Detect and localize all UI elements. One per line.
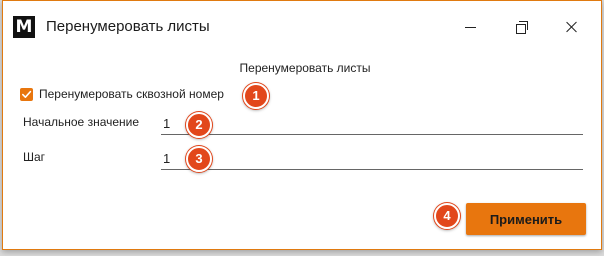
- apply-button[interactable]: Применить: [466, 203, 586, 235]
- minimize-button[interactable]: [447, 1, 493, 53]
- renumber-checkbox-label: Перенумеровать сквозной номер: [39, 87, 224, 101]
- renumber-checkbox-row[interactable]: Перенумеровать сквозной номер: [20, 87, 224, 101]
- callout-badge-4: 4: [434, 203, 460, 229]
- maximize-button[interactable]: [499, 1, 545, 53]
- form-heading: Перенумеровать листы: [239, 61, 371, 75]
- app-logo-icon: M: [13, 16, 35, 38]
- window-title: Перенумеровать листы: [46, 18, 210, 35]
- callout-badge-1: 1: [243, 83, 269, 109]
- step-input[interactable]: [161, 147, 583, 170]
- close-button[interactable]: [549, 1, 595, 53]
- dialog-window: M Перенумеровать листы Перенумеровать ли…: [2, 0, 602, 250]
- title-bar[interactable]: M Перенумеровать листы: [3, 1, 601, 53]
- callout-badge-3: 3: [186, 146, 212, 172]
- start-value-label: Начальное значение: [23, 115, 140, 129]
- restore-icon: [516, 21, 528, 34]
- close-icon: [566, 21, 578, 33]
- checkmark-icon: [22, 90, 32, 98]
- minimize-icon: [464, 26, 476, 28]
- step-label: Шаг: [23, 150, 46, 164]
- start-value-input[interactable]: [161, 112, 583, 135]
- renumber-checkbox[interactable]: [20, 87, 33, 101]
- callout-badge-2: 2: [186, 112, 212, 138]
